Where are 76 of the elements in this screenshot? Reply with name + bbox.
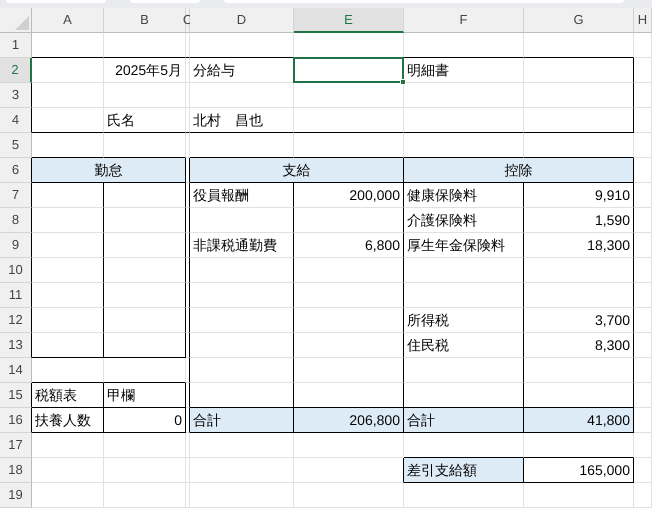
column-header[interactable]: H (634, 8, 652, 33)
amount-cell: 18,300 (524, 233, 634, 258)
empty-cell (634, 258, 652, 283)
net-pay-label: 差引支給額 (404, 458, 524, 483)
row-header[interactable]: 3 (0, 83, 32, 108)
column-header[interactable]: D (190, 8, 294, 33)
amount-cell: 8,300 (524, 333, 634, 358)
total-amount: 206,800 (294, 408, 404, 433)
row-header[interactable]: 7 (0, 183, 32, 208)
row-header[interactable]: 16 (0, 408, 32, 433)
amount-cell: 6,800 (294, 233, 404, 258)
row-header[interactable]: 2 (0, 58, 32, 83)
period-label: 2025年5月 (104, 58, 186, 83)
total-amount: 41,800 (524, 408, 634, 433)
section-header: 勤怠 (32, 158, 186, 183)
net-pay-amount: 165,000 (524, 458, 634, 483)
row-header[interactable]: 15 (0, 383, 32, 408)
row-header[interactable]: 13 (0, 333, 32, 358)
corner-triangle-icon (15, 16, 29, 30)
total-label: 合計 (404, 408, 524, 433)
section-header: 支給 (190, 158, 404, 183)
column-header[interactable]: F (404, 8, 524, 33)
empty-cell (634, 333, 652, 358)
empty-cell (634, 433, 652, 458)
row-header[interactable]: 9 (0, 233, 32, 258)
item-label: 所得税 (404, 308, 524, 333)
empty-cell (634, 183, 652, 208)
item-label: 住民税 (404, 333, 524, 358)
amount-cell: 0 (104, 408, 186, 433)
row-header[interactable]: 18 (0, 458, 32, 483)
empty-cell (634, 483, 652, 508)
row-header[interactable]: 17 (0, 433, 32, 458)
row-header[interactable]: 10 (0, 258, 32, 283)
name-label: 氏名 (104, 108, 186, 133)
empty-cell (634, 133, 652, 158)
item-label: 非課税通勤費 (190, 233, 294, 258)
employee-name: 北村 昌也 (190, 108, 294, 133)
empty-cell (634, 383, 652, 408)
empty-cell (634, 233, 652, 258)
item-label: 扶養人数 (32, 408, 104, 433)
column-header[interactable]: G (524, 8, 634, 33)
empty-cell (634, 83, 652, 108)
empty-cell (634, 158, 652, 183)
item-label: 役員報酬 (190, 183, 294, 208)
empty-cell (634, 283, 652, 308)
column-header[interactable]: E (294, 8, 404, 33)
row-header[interactable]: 12 (0, 308, 32, 333)
empty-cell (634, 308, 652, 333)
empty-cell (634, 108, 652, 133)
item-label: 健康保険料 (404, 183, 524, 208)
amount-cell: 1,590 (524, 208, 634, 233)
empty-cell (634, 58, 652, 83)
empty-cell (634, 358, 652, 383)
row-header[interactable]: 19 (0, 483, 32, 508)
amount-cell: 3,700 (524, 308, 634, 333)
row-header[interactable]: 14 (0, 358, 32, 383)
amount-cell: 9,910 (524, 183, 634, 208)
row-header[interactable]: 4 (0, 108, 32, 133)
row-header[interactable]: 1 (0, 33, 32, 58)
item-label: 介護保険料 (404, 208, 524, 233)
title-text: 分給与 (190, 58, 294, 83)
amount-cell: 200,000 (294, 183, 404, 208)
empty-cell (634, 408, 652, 433)
row-header[interactable]: 8 (0, 208, 32, 233)
value-cell: 甲欄 (104, 383, 186, 408)
empty-cell (634, 458, 652, 483)
column-header[interactable]: A (32, 8, 104, 33)
title-text: 明細書 (404, 58, 524, 83)
row-header[interactable]: 5 (0, 133, 32, 158)
row-header[interactable]: 6 (0, 158, 32, 183)
section-header: 控除 (404, 158, 634, 183)
item-label: 厚生年金保険料 (404, 233, 524, 258)
total-label: 合計 (190, 408, 294, 433)
empty-cell (634, 208, 652, 233)
item-label: 税額表 (32, 383, 104, 408)
row-header[interactable]: 11 (0, 283, 32, 308)
